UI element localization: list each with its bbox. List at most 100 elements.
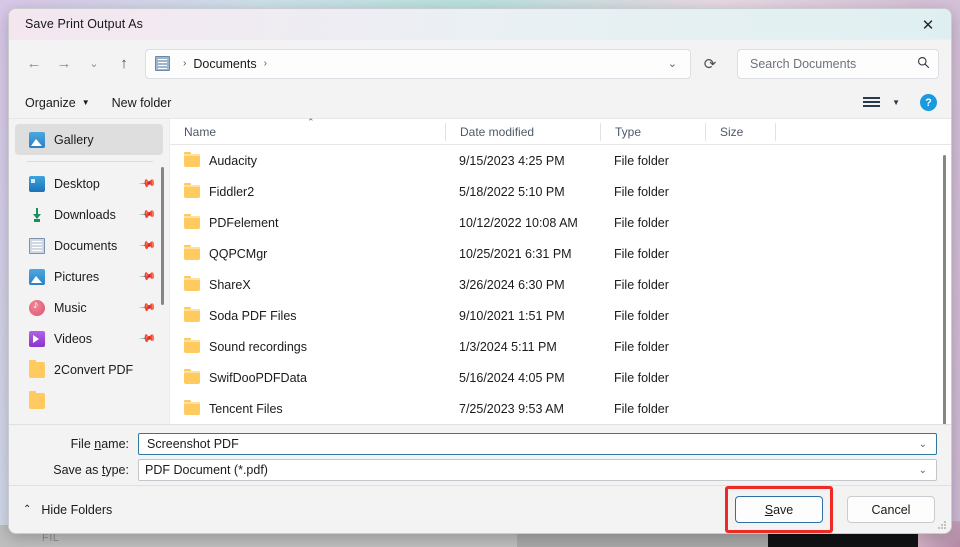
table-row[interactable]: Fiddler2 5/18/2022 5:10 PM File folder: [170, 176, 951, 207]
breadcrumb-separator-leading: ›: [183, 58, 187, 69]
table-row[interactable]: SwifDooPDFData 5/16/2024 4:05 PM File fo…: [170, 362, 951, 393]
table-row[interactable]: ShareX 3/26/2024 6:30 PM File folder: [170, 269, 951, 300]
pin-icon[interactable]: 📌: [139, 205, 158, 224]
folder-icon: [184, 214, 200, 229]
column-header-size[interactable]: Size: [705, 122, 775, 141]
file-name-label: QQPCMgr: [209, 246, 268, 261]
resize-grip-icon[interactable]: [938, 521, 947, 530]
file-name-label: Soda PDF Files: [209, 308, 297, 323]
cell-type: File folder: [614, 370, 669, 385]
cell-date: 1/3/2024 5:11 PM: [459, 339, 557, 354]
hide-folders-button[interactable]: ⌃ Hide Folders: [23, 503, 112, 517]
sidebar-item-documents[interactable]: Documents 📌: [15, 230, 163, 261]
file-name-label: SwifDooPDFData: [209, 370, 307, 385]
search-input[interactable]: [748, 55, 913, 72]
savetype-field[interactable]: PDF Document (*.pdf) ⌄: [138, 459, 937, 481]
column-header-type[interactable]: Type: [600, 122, 705, 141]
table-row[interactable]: Sound recordings 1/3/2024 5:11 PM File f…: [170, 331, 951, 362]
sidebar-item-videos[interactable]: Videos 📌: [15, 323, 163, 354]
view-list-icon[interactable]: [863, 96, 881, 109]
filename-field[interactable]: ⌄: [138, 433, 937, 455]
chevron-down-icon[interactable]: ⌄: [912, 439, 934, 450]
close-icon[interactable]: ✕: [905, 9, 951, 40]
sidebar-item-desktop[interactable]: Desktop 📌: [15, 168, 163, 199]
table-row[interactable]: Tencent Files 7/25/2023 9:53 AM File fol…: [170, 393, 951, 424]
sidebar-item-downloads[interactable]: Downloads 📌: [15, 199, 163, 230]
column-header-date-modified[interactable]: Date modified: [445, 122, 600, 141]
pin-icon[interactable]: 📌: [139, 298, 158, 317]
save-button[interactable]: Save: [735, 496, 823, 523]
cell-date: 7/25/2023 9:53 AM: [459, 401, 564, 416]
back-button[interactable]: ←: [19, 49, 49, 79]
cancel-button[interactable]: Cancel: [847, 496, 935, 523]
cell-date: 3/26/2024 6:30 PM: [459, 277, 565, 292]
hide-folders-label: Hide Folders: [41, 502, 113, 517]
save-form: File name: ⌄ Save as type: PDF Document …: [9, 424, 951, 485]
music-icon: [29, 299, 45, 316]
help-icon[interactable]: ?: [920, 94, 937, 111]
documents-icon: [155, 56, 170, 71]
cell-type: File folder: [614, 308, 669, 323]
organize-button[interactable]: Organize ▼: [25, 96, 90, 110]
file-rows: Audacity 9/15/2023 4:25 PM File folder F…: [170, 145, 951, 424]
cell-name: ShareX: [170, 276, 445, 292]
sidebar-divider: [27, 161, 153, 162]
forward-button[interactable]: →: [49, 49, 79, 79]
savetype-label: Save as type:: [53, 463, 129, 477]
refresh-icon[interactable]: ⟳: [695, 49, 725, 79]
pin-icon[interactable]: 📌: [139, 236, 158, 255]
file-list-scrollbar-thumb[interactable]: [943, 155, 946, 424]
sidebar-item-2convert-pdf[interactable]: 2Convert PDF: [15, 354, 163, 385]
sidebar-item-label: Videos: [54, 331, 92, 346]
pin-icon[interactable]: 📌: [139, 329, 158, 348]
cell-type: File folder: [614, 184, 669, 199]
sidebar-scrollbar-thumb[interactable]: [161, 167, 164, 305]
folder-icon: [184, 400, 200, 415]
pin-icon[interactable]: 📌: [139, 267, 158, 286]
table-row[interactable]: QQPCMgr 10/25/2021 6:31 PM File folder: [170, 238, 951, 269]
navigation-bar: ← → ⌄ ↑ › Documents › ⌄ ⟳: [9, 40, 951, 87]
breadcrumb-documents[interactable]: Documents: [193, 57, 256, 71]
recent-locations-button[interactable]: ⌄: [79, 49, 109, 79]
file-name-label: Fiddler2: [209, 184, 255, 199]
sidebar-item-pictures[interactable]: Pictures 📌: [15, 261, 163, 292]
new-folder-label: New folder: [111, 95, 172, 110]
sidebar-item-music[interactable]: Music 📌: [15, 292, 163, 323]
title-bar: Save Print Output As ✕: [9, 9, 951, 40]
organize-label: Organize: [25, 95, 76, 110]
filename-row: File name: ⌄: [23, 433, 937, 455]
column-header-label: Name: [184, 124, 217, 139]
cell-name: QQPCMgr: [170, 245, 445, 261]
cell-type: File folder: [614, 401, 669, 416]
sidebar-item-label: 2Convert PDF: [54, 362, 134, 377]
file-name-label: Audacity: [209, 153, 257, 168]
new-folder-button[interactable]: New folder: [112, 96, 172, 110]
folder-icon: [184, 369, 200, 384]
cell-date: 9/15/2023 4:25 PM: [459, 153, 565, 168]
table-row[interactable]: PDFelement 10/12/2022 10:08 AM File fold…: [170, 207, 951, 238]
sidebar-item-gallery[interactable]: Gallery: [15, 124, 163, 155]
up-button[interactable]: ↑: [109, 49, 139, 79]
file-name-label: Tencent Files: [209, 401, 283, 416]
breadcrumb-separator-trailing[interactable]: ›: [264, 58, 267, 69]
chevron-up-icon: ⌃: [23, 504, 32, 515]
folder-icon: [184, 183, 200, 198]
table-row[interactable]: Soda PDF Files 9/10/2021 1:51 PM File fo…: [170, 300, 951, 331]
search-box[interactable]: [737, 48, 939, 79]
save-print-output-dialog: Save Print Output As ✕ ← → ⌄ ↑ › Documen…: [8, 8, 952, 534]
cell-type: File folder: [614, 215, 669, 230]
sort-ascending-icon: ⌃: [307, 116, 315, 127]
filename-input[interactable]: [145, 434, 912, 454]
chevron-down-icon[interactable]: ▼: [892, 98, 900, 107]
pin-icon[interactable]: 📌: [139, 174, 158, 193]
column-header-name[interactable]: Name ⌃: [170, 117, 445, 141]
table-row[interactable]: Audacity 9/15/2023 4:25 PM File folder: [170, 145, 951, 176]
address-bar[interactable]: › Documents › ⌄: [145, 48, 691, 79]
dialog-content: Gallery Desktop 📌 Downloads 📌 Documents …: [9, 117, 951, 424]
chevron-down-icon[interactable]: ⌄: [912, 465, 934, 476]
chevron-down-icon: ▼: [81, 98, 90, 107]
command-bar: Organize ▼ New folder ▼ ?: [9, 87, 951, 119]
chevron-down-icon[interactable]: ⌄: [659, 57, 686, 70]
file-name-label: Sound recordings: [209, 339, 307, 354]
cell-name: Audacity: [170, 152, 445, 168]
